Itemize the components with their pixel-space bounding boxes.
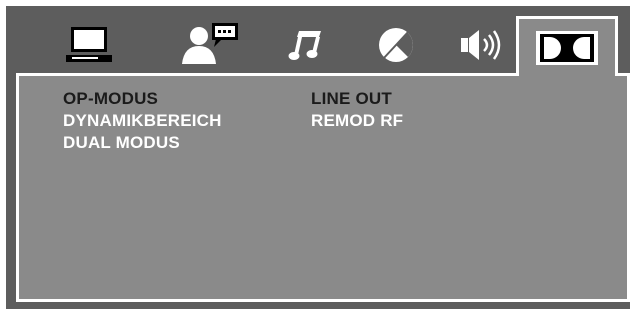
tab-language[interactable]: [172, 17, 242, 73]
music-note-icon: [288, 31, 321, 60]
setting-labels: OP-MODUS DYNAMIKBEREICH DUAL MODUS: [63, 88, 222, 154]
speaker-icon: [461, 30, 501, 60]
contrast-circle-icon: [379, 28, 413, 62]
menu-item-dual-modus[interactable]: DUAL MODUS: [63, 132, 222, 154]
option-remod-rf[interactable]: REMOD RF: [311, 110, 403, 132]
tab-general[interactable]: [60, 17, 120, 73]
option-values: LINE OUT REMOD RF: [311, 88, 403, 132]
option-line-out[interactable]: LINE OUT: [311, 88, 403, 110]
monitor-icon: [66, 27, 112, 62]
tab-video[interactable]: [366, 17, 426, 73]
tab-dolby[interactable]: [516, 16, 618, 76]
tab-audio[interactable]: [278, 17, 334, 73]
person-speech-icon: [182, 23, 238, 64]
setup-tab-bar: [6, 6, 630, 76]
setup-screen: OP-MODUS DYNAMIKBEREICH DUAL MODUS LINE …: [6, 6, 630, 309]
menu-item-op-modus[interactable]: OP-MODUS: [63, 88, 222, 110]
menu-item-dynamikbereich[interactable]: DYNAMIKBEREICH: [63, 110, 222, 132]
tab-speaker[interactable]: [454, 17, 510, 73]
dolby-icon: [536, 30, 598, 65]
dolby-settings-panel: OP-MODUS DYNAMIKBEREICH DUAL MODUS LINE …: [16, 73, 630, 302]
